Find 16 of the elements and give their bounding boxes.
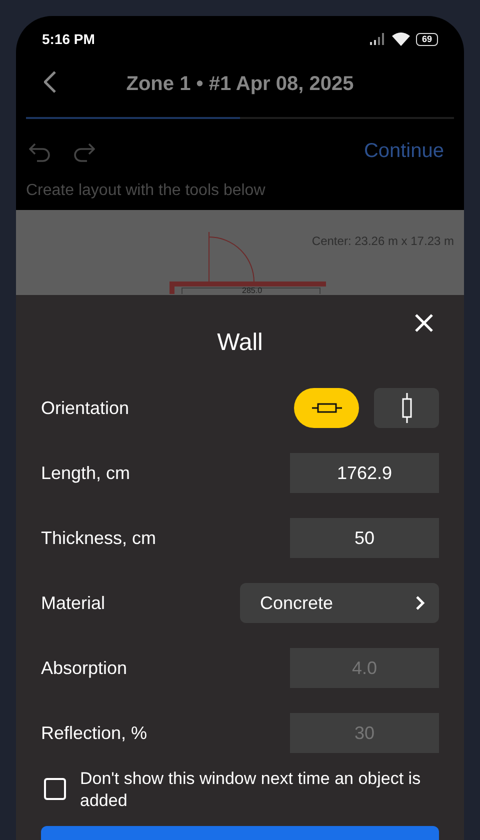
field-label: Length, cm — [41, 462, 130, 484]
field-label: Absorption — [41, 658, 128, 678]
field-label: Orientation — [41, 398, 130, 418]
number-field[interactable]: 50 — [290, 518, 439, 558]
checkbox-label: Don't show this window next time an object is added — [80, 768, 422, 812]
material-select[interactable]: Concrete — [240, 583, 439, 623]
field-label: Thickness, cm — [41, 528, 156, 548]
field-label: Reflection, % — [41, 722, 148, 744]
battery-level: 69 — [416, 32, 438, 46]
sheet-title: Wall — [216, 329, 264, 357]
number-field[interactable]: 1762.9 — [290, 453, 439, 493]
status-time: 5:16 PM — [42, 31, 95, 47]
screen-title: Zone 1 • #1 Apr 08, 2025 — [126, 72, 354, 96]
dimension-label: 285.0 — [242, 286, 262, 295]
field-label: Material — [41, 592, 106, 614]
instruction-text: Create layout with the tools below — [25, 181, 266, 201]
